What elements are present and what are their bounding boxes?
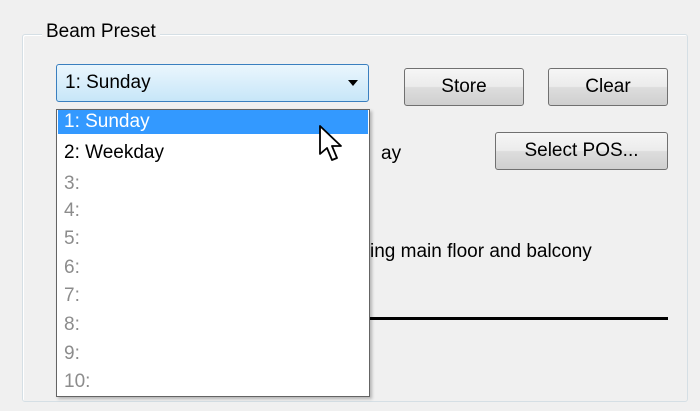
divider-line <box>370 317 668 320</box>
mouse-pointer-icon <box>319 125 342 161</box>
beam-preset-title: Beam Preset <box>42 20 160 44</box>
dropdown-option[interactable]: 3: <box>58 172 368 196</box>
store-button[interactable]: Store <box>404 68 524 106</box>
dropdown-option[interactable]: 5: <box>58 227 368 251</box>
dropdown-option[interactable]: 4: <box>58 199 368 223</box>
chevron-down-icon[interactable] <box>348 80 358 86</box>
clear-button[interactable]: Clear <box>548 68 668 106</box>
select-pos-button[interactable]: Select POS... <box>495 132 668 170</box>
dropdown-option[interactable]: 8: <box>58 313 368 337</box>
combo-selected-value: 1: Sunday <box>65 72 151 93</box>
dropdown-option[interactable]: 6: <box>58 256 368 280</box>
dropdown-option[interactable]: 7: <box>58 284 368 308</box>
obscured-label-2: ing main floor and balcony <box>370 241 592 262</box>
obscured-label-1: ay <box>381 143 402 164</box>
dropdown-option[interactable]: 9: <box>58 342 368 366</box>
dropdown-option[interactable]: 10: <box>58 370 368 394</box>
beam-preset-combo[interactable]: 1: Sunday <box>56 64 369 102</box>
